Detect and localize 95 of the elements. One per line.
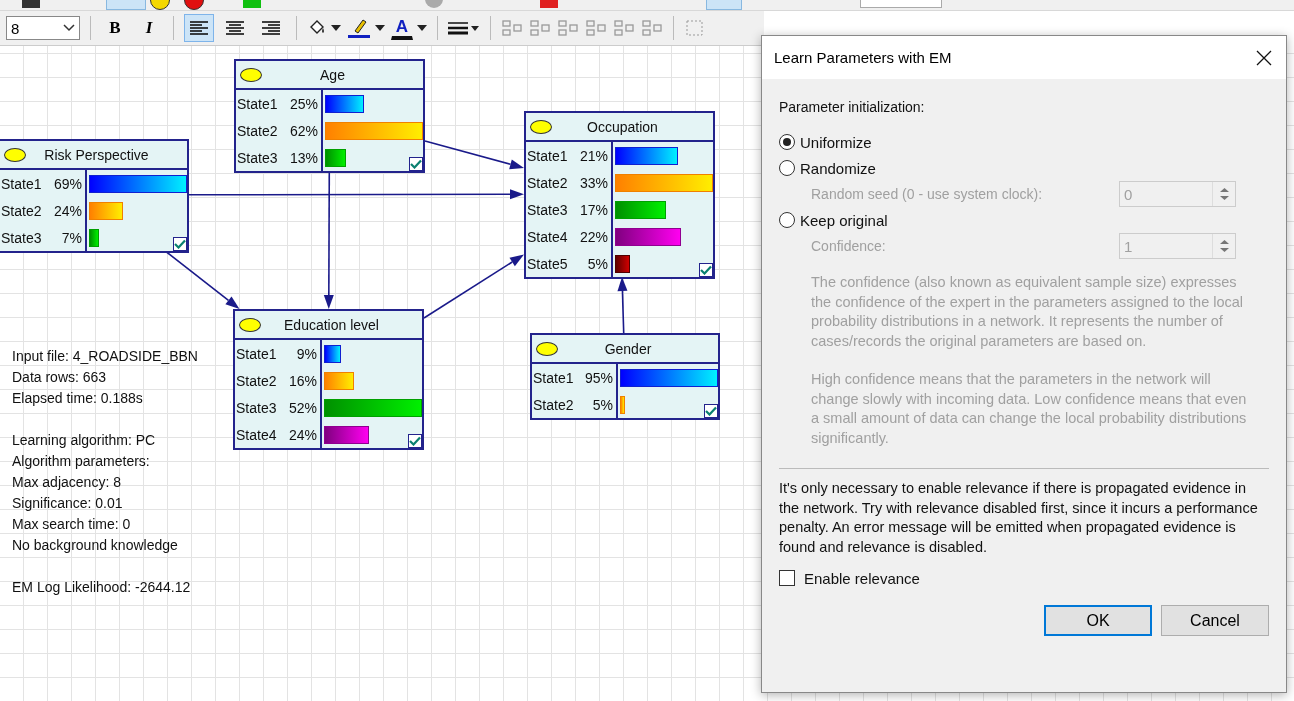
checkbox[interactable]	[699, 263, 713, 277]
state-probability: 7%	[61, 229, 82, 246]
state-name: State2	[236, 372, 277, 389]
log-line: Input file: 4_ROADSIDE_BBN	[12, 347, 198, 366]
state-name: State2	[1, 202, 42, 219]
radio-option[interactable]: Uniformize	[779, 129, 1269, 155]
ok-button[interactable]: OK	[1044, 605, 1152, 636]
state-name: State2	[533, 396, 574, 413]
italic-button[interactable]: I	[135, 14, 163, 42]
log-line: Learning algorithm: PC	[12, 431, 157, 450]
close-icon[interactable]	[1256, 49, 1272, 66]
state-probability: 62%	[289, 122, 318, 139]
ellipse-icon	[240, 67, 262, 82]
checkbox-option[interactable]: Enable relevance	[779, 565, 1269, 591]
log-line: Data rows: 663	[12, 368, 108, 387]
state-name: State1	[236, 345, 277, 362]
state-name: State2	[527, 174, 568, 191]
state-probability: 9%	[296, 345, 317, 362]
log-line: EM Log Likelihood: -2644.12	[12, 578, 192, 597]
state-probability: 52%	[288, 399, 317, 416]
font-size-combo[interactable]: 8	[6, 16, 80, 40]
align-left-icon	[189, 20, 209, 36]
state-probability: 21%	[579, 147, 608, 164]
node-title: Gender	[603, 340, 653, 357]
state-name: State1	[527, 147, 568, 164]
state-probability: 22%	[579, 228, 608, 245]
ellipse-icon	[536, 341, 558, 356]
cancel-button[interactable]: Cancel	[1161, 605, 1269, 636]
state-name: State3	[527, 201, 568, 218]
checkbox[interactable]	[408, 434, 422, 448]
state-probability: 5%	[592, 396, 613, 413]
help-paragraph: High confidence means that the parameters in the network will change slowly with incoming data. Low confidence means that even a small amount of data can change the local probability distributions significantly.	[811, 370, 1248, 448]
caret-icon[interactable]	[331, 25, 341, 31]
state-probability: 33%	[579, 174, 608, 191]
state-name: State2	[237, 122, 278, 139]
state-probability: 13%	[289, 149, 318, 166]
node-card[interactable]: Education level State1 9% State2 16% State3 52% State4 24%	[233, 309, 424, 450]
checkbox[interactable]	[704, 404, 718, 418]
help-paragraph: The confidence (also known as equivalent sample size) expresses the confidence of the expert in the parameters assigned to the local probability distributions in a network. It represents the number of cases/records the original parameters are based on.	[811, 273, 1245, 351]
spin-arrows-icon[interactable]	[1219, 186, 1229, 202]
arrow	[617, 277, 628, 334]
spin-arrows-icon[interactable]	[1219, 238, 1229, 254]
ellipse-icon	[530, 119, 552, 134]
state-probability: 95%	[584, 369, 613, 386]
align-right-icon	[261, 20, 281, 36]
state-probability: 25%	[289, 95, 318, 112]
state-probability: 17%	[579, 201, 608, 218]
field-label: Random seed (0 - use system clock):	[811, 186, 1043, 202]
radio-option[interactable]: Keep original	[779, 207, 1269, 233]
line-style-icon[interactable]	[448, 20, 480, 36]
dialog-title: Learn Parameters with EM	[774, 49, 952, 66]
node-title: Age	[319, 66, 346, 83]
ellipse-icon	[4, 147, 26, 162]
ellipse-icon	[239, 317, 261, 332]
align-left-button[interactable]	[184, 14, 214, 42]
state-name: State3	[1, 229, 42, 246]
state-name: State1	[1, 175, 42, 192]
pen-icon[interactable]	[347, 17, 371, 39]
radio-option[interactable]: Randomize	[779, 155, 1269, 181]
log-line: No background knowledge	[12, 536, 179, 555]
node-title: Education level	[283, 316, 380, 333]
node-title: Risk Perspective	[43, 146, 150, 163]
state-probability: 24%	[288, 426, 317, 443]
checkbox[interactable]	[173, 237, 187, 251]
section-label: Parameter initialization:	[779, 99, 926, 115]
log-line: Max adjacency: 8	[12, 473, 122, 492]
state-probability: 5%	[587, 255, 608, 272]
help-paragraph: It's only necessary to enable relevance if there is propagated evidence in the network. Try with relevance disabled first, since it incurs a performance penalty. An error message will be emitted when propagated evidence is found and relevance is disabled.	[779, 479, 1259, 557]
font-color-button[interactable]: A	[391, 16, 413, 40]
checkbox[interactable]	[409, 157, 423, 171]
log-line: Significance: 0.01	[12, 494, 124, 513]
state-probability: 69%	[53, 175, 82, 192]
node-card[interactable]: Occupation State1 21% State2 33% State3 17% State4 22% State5 5%	[524, 111, 715, 279]
state-name: State4	[527, 228, 568, 245]
state-name: State4	[236, 426, 277, 443]
log-line: Max search time: 0	[12, 515, 132, 534]
state-name: State1	[533, 369, 574, 386]
node-card[interactable]: Age State1 25% State2 62% State3 13%	[234, 59, 425, 173]
field-label: Confidence:	[811, 238, 886, 254]
state-name: State1	[237, 95, 278, 112]
align-center-icon	[225, 20, 245, 36]
caret-icon[interactable]	[417, 25, 427, 31]
state-probability: 24%	[53, 202, 82, 219]
node-card[interactable]: Gender State1 95% State2 5%	[530, 333, 720, 420]
state-name: State3	[236, 399, 277, 416]
log-line: Algorithm parameters:	[12, 452, 151, 471]
state-name: State3	[237, 149, 278, 166]
state-name: State5	[527, 255, 568, 272]
bold-button[interactable]: B	[101, 14, 129, 42]
node-card[interactable]: Risk Perspective State1 69% State2 24% State3 7%	[0, 139, 189, 253]
chevron-icon	[63, 24, 75, 32]
node-title: Occupation	[586, 118, 659, 135]
caret-icon[interactable]	[375, 25, 385, 31]
state-probability: 16%	[288, 372, 317, 389]
log-line: Elapsed time: 0.188s	[12, 389, 144, 408]
